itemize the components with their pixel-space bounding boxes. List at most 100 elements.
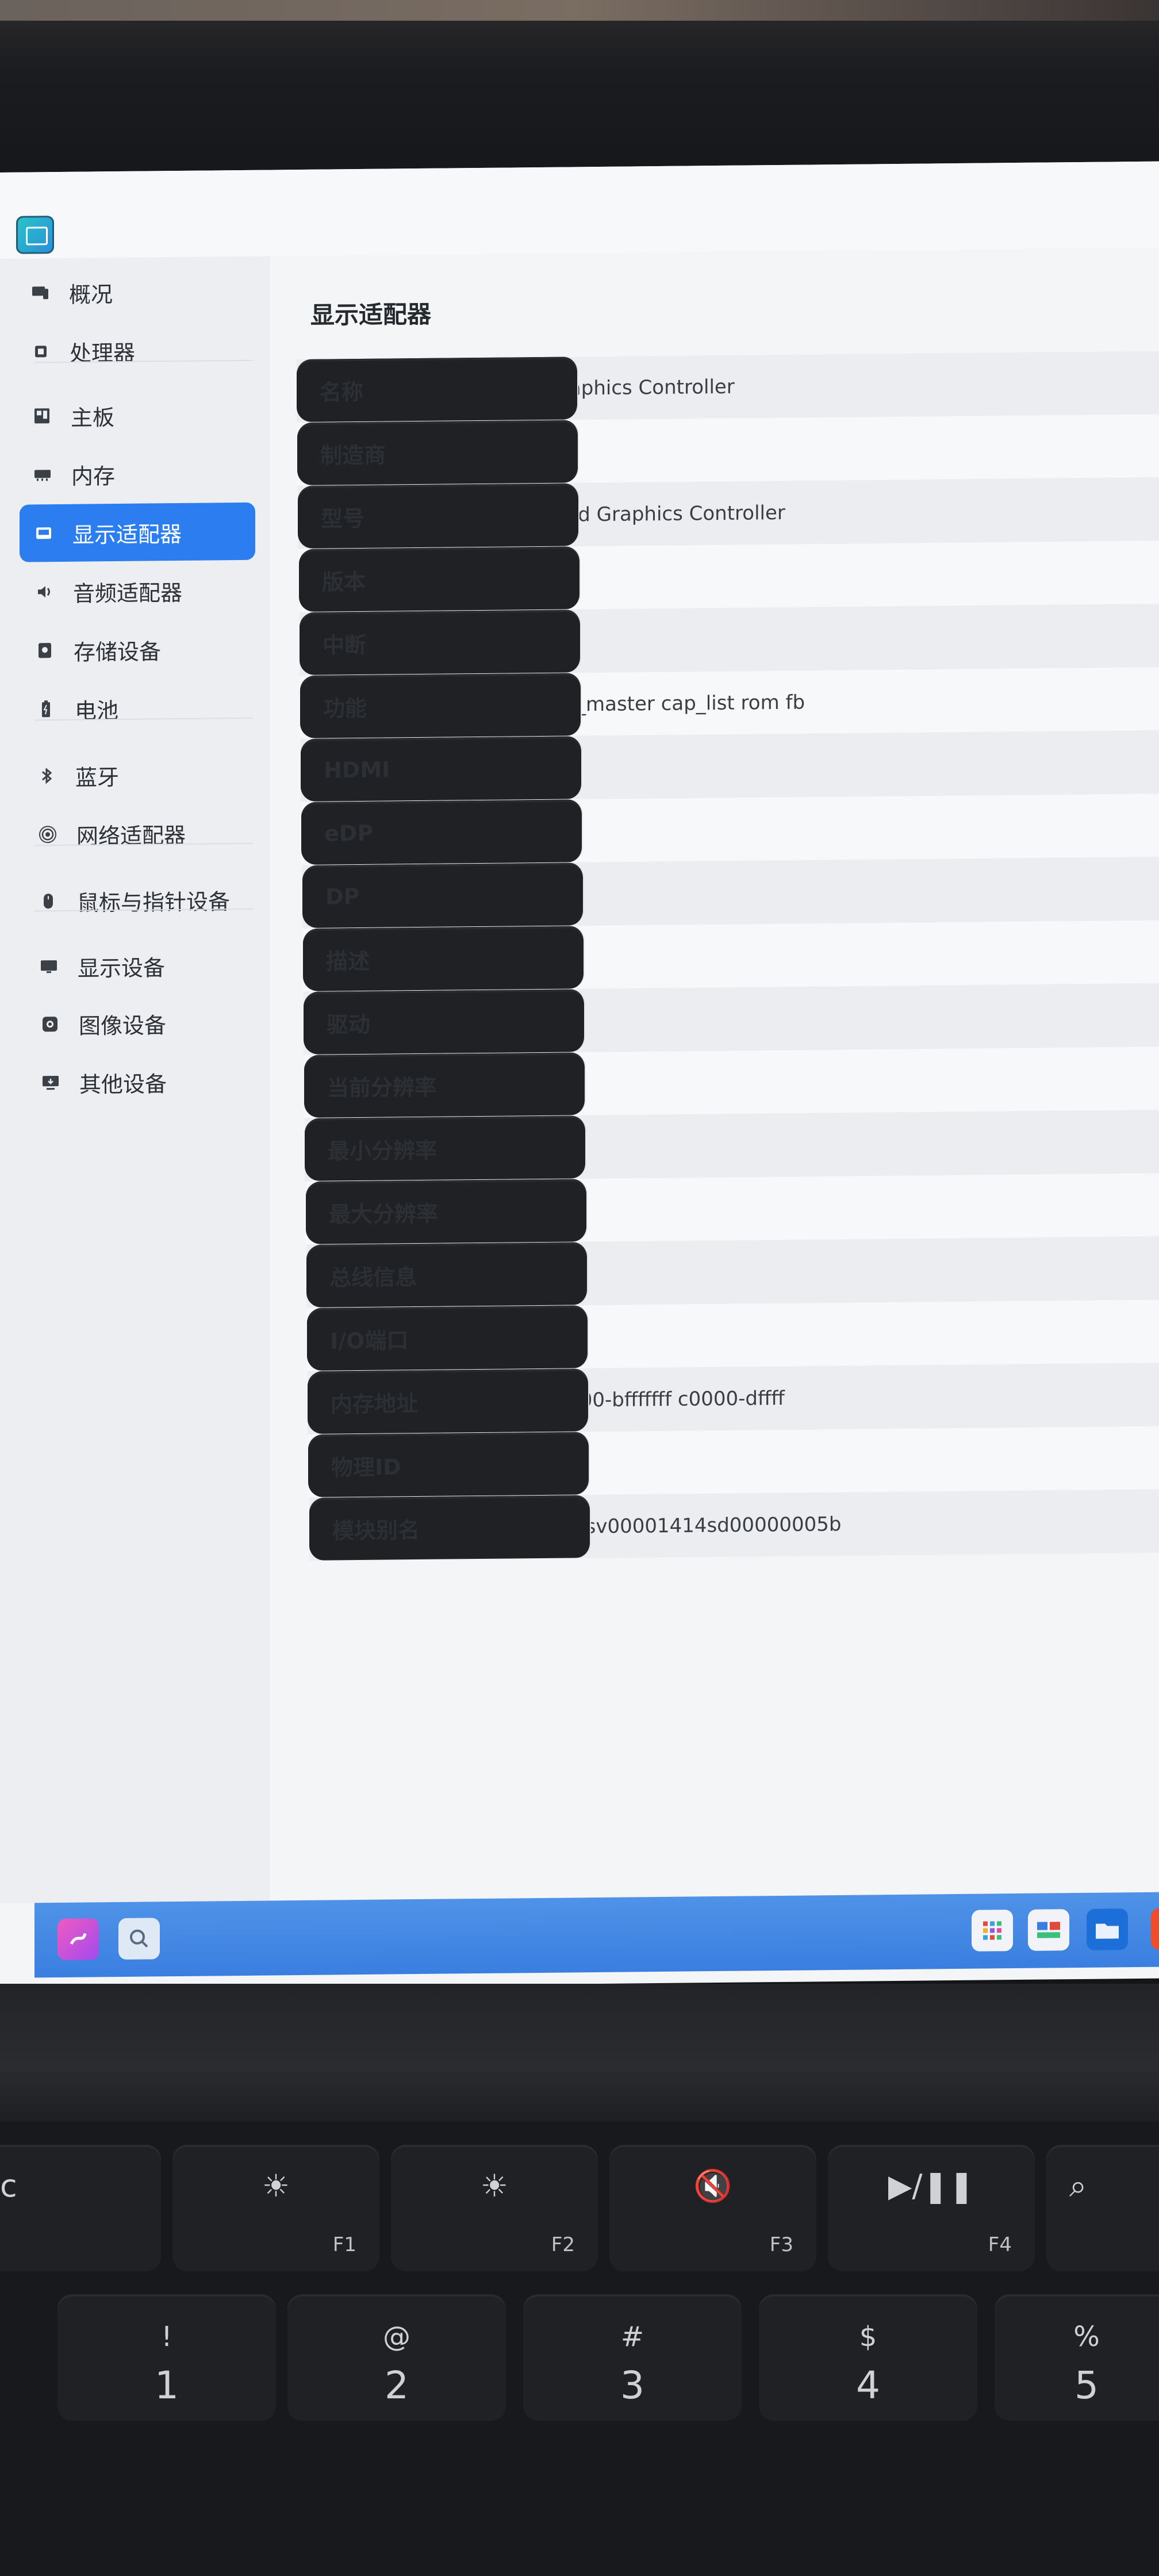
property-name: 最小分辨率 bbox=[305, 1116, 586, 1181]
bluetooth-icon bbox=[35, 764, 58, 787]
sidebar-item-other-device[interactable]: 其他设备 bbox=[26, 1052, 262, 1112]
sidebar: 概况处理器主板内存显示适配器音频适配器存储设备电池蓝牙网络适配器鼠标与指针设备显… bbox=[0, 256, 270, 1903]
mute-icon: 🔇 bbox=[693, 2168, 732, 2204]
table-row: 描述VGA compatible controller bbox=[303, 920, 1159, 992]
sidebar-item-label: 蓝牙 bbox=[75, 764, 120, 791]
app-icon[interactable] bbox=[1151, 1908, 1159, 1950]
table-row: 最大分辨率4080 x 2520 bbox=[306, 1173, 1159, 1245]
search-icon[interactable] bbox=[118, 1918, 160, 1960]
sidebar-item-label: 存储设备 bbox=[74, 638, 162, 665]
table-row: 当前分辨率4080×1440 bbox=[304, 1046, 1159, 1118]
key-4: $4 bbox=[759, 2294, 977, 2421]
search-icon: ⌕ bbox=[1069, 2168, 1087, 2204]
f1-key: ☀ F1 bbox=[172, 2145, 379, 2271]
sidebar-item-label: 鼠标与指针设备 bbox=[77, 888, 231, 916]
file-manager-icon[interactable] bbox=[1087, 1908, 1128, 1950]
brightness-down-icon: ☀ bbox=[262, 2168, 290, 2204]
photo-background bbox=[0, 0, 1159, 178]
memory-icon bbox=[31, 463, 54, 486]
sidebar-item-label: 概况 bbox=[69, 281, 113, 308]
device-manager-icon[interactable] bbox=[16, 216, 54, 254]
content-panel: 显示适配器 名称Haswell-ULT Integrated Graphics … bbox=[270, 247, 1159, 1901]
property-name: 描述 bbox=[303, 926, 585, 991]
sidebar-item-label: 显示适配器 bbox=[72, 521, 182, 548]
sidebar-item-label: 主板 bbox=[71, 404, 115, 431]
property-name: 名称 bbox=[297, 356, 578, 423]
sidebar-item-label: 图像设备 bbox=[79, 1012, 167, 1039]
overview-icon bbox=[29, 281, 52, 304]
f2-key: ☀ F2 bbox=[391, 2145, 598, 2271]
monitor-icon bbox=[37, 955, 60, 978]
table-row: I/O端口3000(size=64) bbox=[307, 1300, 1159, 1371]
app-grid-icon[interactable] bbox=[972, 1910, 1013, 1952]
table-row: 型号Intel Haswell-ULT Integrated Graphics … bbox=[298, 477, 1159, 550]
laptop-bezel bbox=[0, 1984, 1159, 2122]
sidebar-item-monitor[interactable]: 显示设备 bbox=[25, 936, 260, 996]
table-row: 驱动i915 bbox=[304, 983, 1159, 1055]
property-name: 版本 bbox=[299, 546, 581, 612]
sidebar-item-motherboard[interactable]: 主板 bbox=[18, 385, 254, 445]
page-title: 显示适配器 bbox=[310, 300, 432, 329]
cpu-icon bbox=[29, 340, 52, 363]
esc-key: c bbox=[0, 2145, 161, 2271]
keyboard: c ☀ F1 ☀ F2 🔇 F3 ▶/❚❚ F4 ⌕ ! 1 @2 #3 $ 4… bbox=[0, 2122, 1159, 2576]
sidebar-item-mouse[interactable]: 鼠标与指针设备 bbox=[24, 871, 260, 930]
function-key-row: c ☀ F1 ☀ F2 🔇 F3 ▶/❚❚ F4 ⌕ bbox=[0, 2145, 1159, 2277]
number-key-row: ! 1 @2 #3 $4 % 5 bbox=[0, 2294, 1159, 2426]
property-name: 物理ID bbox=[308, 1432, 590, 1497]
key-2: @2 bbox=[287, 2294, 506, 2421]
sidebar-item-camera[interactable]: 图像设备 bbox=[26, 994, 262, 1053]
sidebar-item-storage[interactable]: 存储设备 bbox=[21, 620, 256, 680]
key-3: #3 bbox=[523, 2294, 742, 2421]
speaker-icon bbox=[33, 580, 56, 603]
sidebar-item-network[interactable]: 网络适配器 bbox=[24, 804, 259, 864]
sidebar-item-cpu[interactable]: 处理器 bbox=[17, 321, 252, 381]
table-row: 中断48 bbox=[300, 604, 1159, 676]
property-name: eDP bbox=[301, 799, 583, 865]
sidebar-item-bluetooth[interactable]: 蓝牙 bbox=[22, 745, 258, 805]
brightness-up-icon: ☀ bbox=[480, 2168, 509, 2204]
photo-strip bbox=[0, 0, 1159, 21]
property-name: 驱动 bbox=[304, 989, 585, 1055]
property-name: I/O端口 bbox=[307, 1305, 589, 1371]
taskbar bbox=[34, 1892, 1159, 1978]
table-row: 模块别名pci:v00008086d00000A16sv00001414sd00… bbox=[309, 1489, 1159, 1561]
motherboard-icon bbox=[30, 404, 53, 427]
battery-icon bbox=[34, 697, 57, 720]
property-name: 型号 bbox=[298, 483, 580, 549]
camera-icon bbox=[39, 1013, 62, 1036]
other-device-icon bbox=[39, 1071, 62, 1094]
table-row: 功能msi pm vga_controller bus_master cap_l… bbox=[300, 667, 1159, 739]
sidebar-item-display-adapter[interactable]: 显示适配器 bbox=[20, 502, 255, 562]
launcher-icon[interactable] bbox=[57, 1918, 99, 1961]
key-1: ! 1 bbox=[57, 2294, 276, 2421]
sidebar-item-speaker[interactable]: 音频适配器 bbox=[20, 561, 256, 621]
property-name: 模块别名 bbox=[309, 1495, 591, 1561]
display-adapter-icon bbox=[32, 522, 55, 545]
table-row: DPEnable bbox=[302, 857, 1159, 929]
table-row: 制造商Intel Corporation bbox=[297, 414, 1159, 486]
property-name: 总线信息 bbox=[306, 1242, 588, 1308]
sidebar-item-label: 显示设备 bbox=[78, 954, 166, 982]
mouse-icon bbox=[37, 890, 60, 913]
table-row: 版本0b bbox=[299, 540, 1159, 613]
multitask-view-icon[interactable] bbox=[1028, 1909, 1069, 1951]
search-key: ⌕ bbox=[1046, 2145, 1159, 2271]
property-name: 当前分辨率 bbox=[304, 1052, 586, 1118]
sidebar-item-overview[interactable]: 概况 bbox=[16, 262, 252, 322]
property-name: 功能 bbox=[300, 673, 582, 738]
f4-key: ▶/❚❚ F4 bbox=[828, 2145, 1035, 2271]
device-manager-window: 概况 处理器 主板 内存 显示适配器 音频适配器 存储设备 电池 蓝牙 网络适配器 鼠标与指针设备显… bbox=[0, 161, 1159, 1989]
title-bar bbox=[0, 161, 1159, 259]
table-row: HDMIEnable bbox=[301, 730, 1159, 802]
key-5: % 5 bbox=[995, 2294, 1159, 2421]
storage-icon bbox=[33, 639, 56, 662]
properties-table: 名称Haswell-ULT Integrated Graphics Contro… bbox=[297, 351, 1159, 1561]
sidebar-item-memory[interactable]: 内存 bbox=[18, 444, 254, 504]
property-name: DP bbox=[302, 862, 584, 928]
sidebar-item-battery[interactable]: 电池 bbox=[22, 678, 258, 738]
table-row: eDPEnable bbox=[301, 793, 1159, 865]
f3-key: 🔇 F3 bbox=[609, 2145, 816, 2271]
property-name: 中断 bbox=[300, 610, 581, 675]
property-name: 最大分辨率 bbox=[306, 1179, 588, 1244]
